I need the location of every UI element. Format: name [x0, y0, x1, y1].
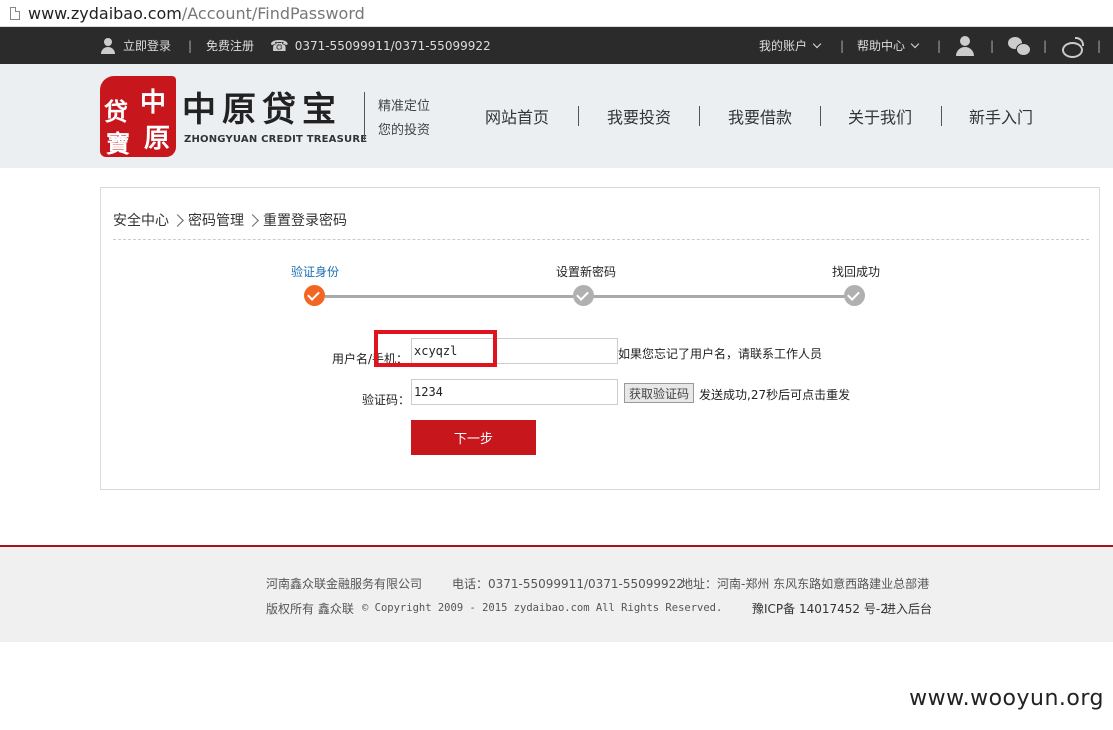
topbar-separator: | [840, 38, 845, 53]
footer-address: 地址：河南-郑州 东风东路如意西路建业总部港 [681, 577, 930, 591]
footer-copyright: © Copyright 2009 - 2015 zydaibao.com All… [362, 602, 723, 614]
seal-char: 寶 [106, 129, 130, 158]
logo-title[interactable]: 中原贷宝 [182, 92, 342, 128]
phone-info: ☎ 0371-55099911/0371-55099922 [270, 27, 491, 64]
slogan-line-1: 精准定位 [378, 99, 431, 114]
login-link[interactable]: 立即登录 [101, 27, 171, 64]
logo-subtitle: ZHONGYUAN CREDIT TREASURE [184, 134, 368, 145]
user-center-button[interactable] [956, 27, 974, 64]
breadcrumb-reset-password: 重置登录密码 [263, 213, 347, 229]
weibo-icon [1061, 36, 1084, 58]
logo-seal[interactable]: 贷 中 寶 原 [100, 76, 176, 158]
footer-icp[interactable]: 豫ICP备 14017452 号-2 [752, 600, 888, 617]
wechat-button[interactable] [1008, 27, 1031, 64]
topbar-separator: | [990, 38, 995, 53]
highlight-box [374, 330, 497, 367]
seal-char: 中 [140, 88, 167, 118]
phone-number: 0371-55099911/0371-55099922 [294, 38, 491, 53]
nav-divider [941, 106, 942, 126]
next-step-button[interactable]: 下一步 [411, 420, 536, 455]
phone-icon: ☎ [270, 36, 289, 55]
footer-company: 河南鑫众联金融服务有限公司 [266, 577, 423, 591]
code-label: 验证码： [362, 393, 411, 407]
topbar-separator: | [1097, 38, 1102, 53]
step-label-success: 找回成功 [832, 265, 881, 279]
nav-beginner[interactable]: 新手入门 [969, 104, 1033, 128]
weibo-button[interactable] [1061, 27, 1084, 64]
nav-divider [578, 106, 579, 126]
watermark: www.wooyun.org [909, 686, 1104, 711]
code-status: 发送成功,27秒后可点击重发 [699, 388, 851, 402]
url-text[interactable]: www.zydaibao.com/Account/FindPassword [28, 4, 365, 23]
step-check-icon [573, 285, 594, 306]
get-code-button[interactable]: 获取验证码 [624, 383, 694, 403]
wechat-icon [1008, 36, 1031, 56]
register-link[interactable]: 免费注册 [206, 27, 254, 64]
seal-char: 原 [144, 124, 171, 154]
nav-divider [699, 106, 700, 126]
my-account-label: 我的账户 [759, 39, 808, 53]
nav-about[interactable]: 关于我们 [848, 104, 912, 128]
help-center-menu[interactable]: 帮助中心 [857, 27, 920, 64]
topbar-separator: | [1043, 38, 1048, 53]
seal-char: 贷 [104, 97, 128, 126]
help-center-label: 帮助中心 [857, 39, 906, 53]
breadcrumb-security-center[interactable]: 安全中心 [113, 210, 169, 230]
my-account-menu[interactable]: 我的账户 [759, 27, 822, 64]
topbar-separator: | [188, 38, 193, 53]
nav-borrow[interactable]: 我要借款 [728, 104, 792, 128]
slogan-line-2: 您的投资 [378, 123, 431, 138]
url-path: /Account/FindPassword [181, 3, 365, 23]
nav-divider [820, 106, 821, 126]
login-label: 立即登录 [123, 39, 172, 53]
topbar-separator: | [937, 38, 942, 53]
chevron-down-icon [812, 39, 822, 48]
footer-phone: 电话：0371-55099911/0371-55099922 [452, 577, 684, 591]
chevron-right-icon [171, 213, 184, 227]
logo-divider [364, 92, 365, 140]
step-label-verify: 验证身份 [291, 265, 340, 279]
step-check-icon [844, 285, 865, 306]
footer-copyright-owner: 版权所有 鑫众联 [266, 602, 354, 616]
step-check-icon-active [304, 285, 325, 306]
footer-admin-link[interactable]: 进入后台 [884, 600, 932, 617]
site-header: 贷 中 寶 原 中原贷宝 ZHONGYUAN CREDIT TREASURE 精… [0, 64, 1113, 168]
nav-home[interactable]: 网站首页 [485, 104, 549, 128]
breadcrumb: 安全中心 密码管理 重置登录密码 [113, 210, 347, 230]
site-footer: 河南鑫众联金融服务有限公司 电话：0371-55099911/0371-5509… [0, 545, 1113, 642]
top-bar: 立即登录 | 免费注册 ☎ 0371-55099911/0371-5509992… [0, 27, 1113, 64]
user-center-icon [956, 35, 974, 56]
page-icon [10, 6, 20, 20]
browser-address-bar[interactable]: www.zydaibao.com/Account/FindPassword [0, 0, 1113, 27]
nav-invest[interactable]: 我要投资 [607, 104, 671, 128]
breadcrumb-password-management[interactable]: 密码管理 [188, 210, 244, 230]
chevron-down-icon [910, 39, 920, 48]
find-password-panel: 安全中心 密码管理 重置登录密码 验证身份 设置新密码 找回成功 用户名/手机：… [100, 187, 1100, 490]
chevron-right-icon [246, 213, 259, 227]
user-icon [101, 37, 115, 54]
url-host: www.zydaibao.com [28, 3, 182, 23]
username-hint: 如果您忘记了用户名，请联系工作人员 [618, 347, 823, 361]
step-label-new-password: 设置新密码 [556, 265, 617, 279]
breadcrumb-divider [113, 239, 1089, 240]
verification-code-input[interactable] [411, 379, 618, 405]
